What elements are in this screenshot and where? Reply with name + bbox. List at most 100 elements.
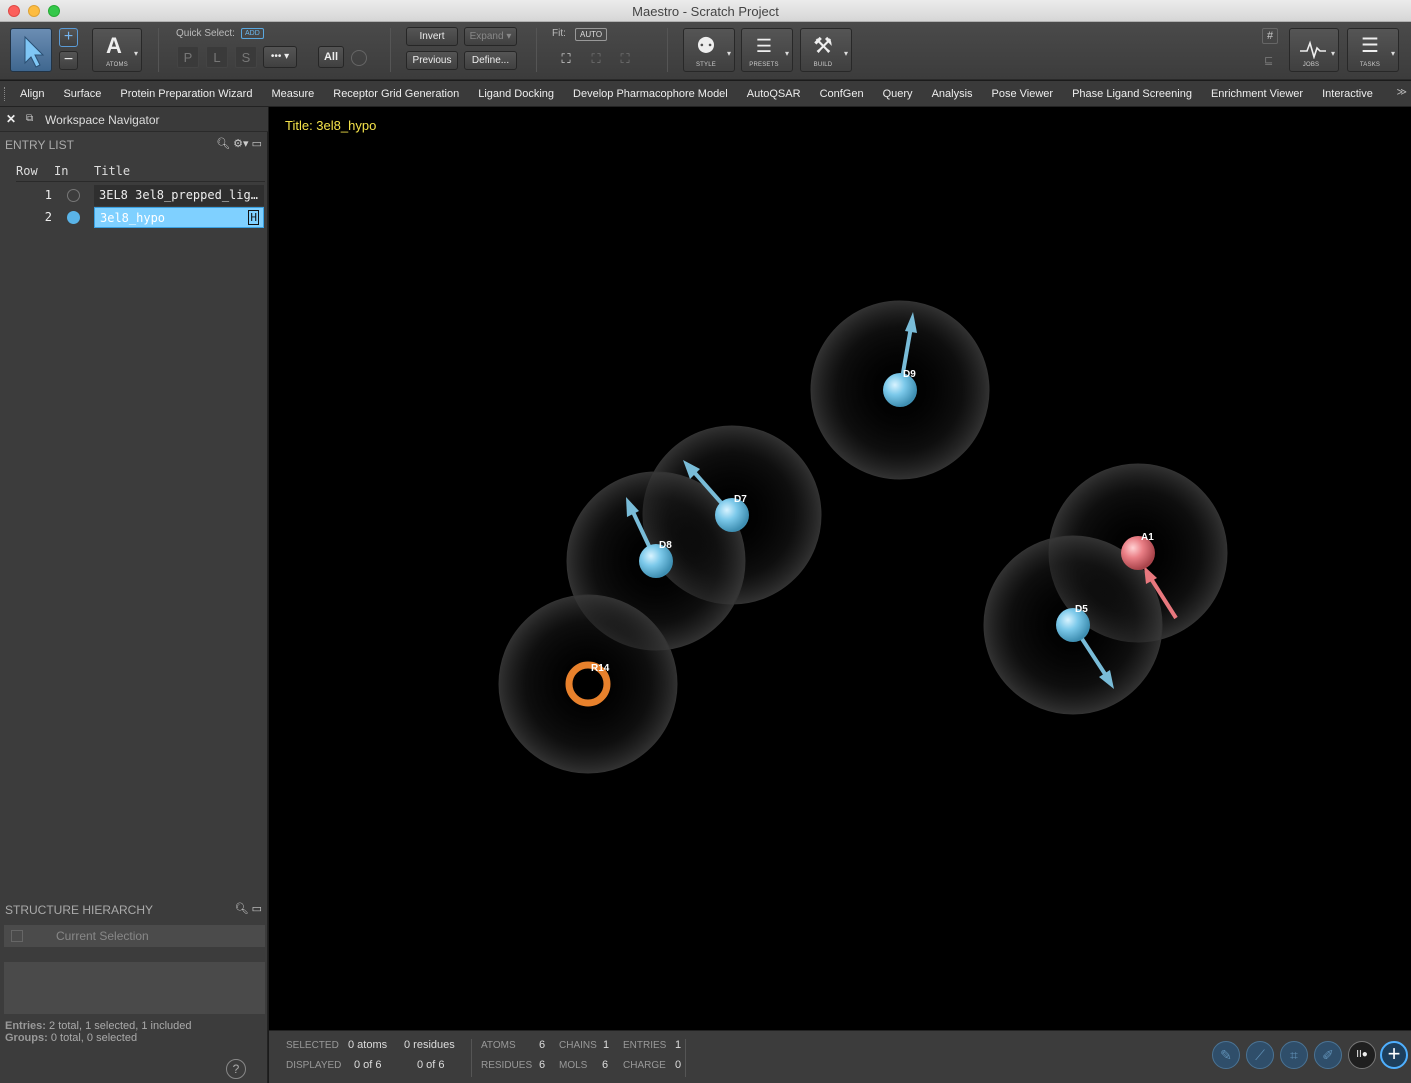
quick-select-solvent[interactable]: S: [235, 46, 257, 68]
quick-select-protein[interactable]: P: [177, 46, 199, 68]
displayed-residues: 0 of 6: [417, 1059, 445, 1071]
select-tool-button[interactable]: [10, 28, 52, 72]
chevron-down-icon: ▾: [133, 49, 138, 58]
menu-item[interactable]: Analysis: [932, 88, 973, 100]
workspace-title: Title: 3el8_hypo: [285, 118, 377, 133]
3d-workspace[interactable]: D9 D7 D8 R14 A1 D5 Title: 3el8_hypo: [269, 107, 1411, 1030]
column-row[interactable]: Row: [16, 164, 38, 178]
add-tool-icon[interactable]: +: [1380, 1041, 1408, 1069]
grid-icon[interactable]: #: [1262, 28, 1278, 44]
atoms-button[interactable]: A ▾ ATOMS: [92, 28, 142, 72]
column-in[interactable]: In: [54, 164, 68, 178]
build-button[interactable]: ⚒ ▾ BUILD: [800, 28, 852, 72]
entry-list-tools: 🔍︎ ⚙▾ ▭: [216, 137, 262, 150]
select-all-button[interactable]: All: [318, 46, 344, 68]
residues-key: RESIDUES: [481, 1060, 533, 1071]
drag-handle-icon[interactable]: [4, 87, 7, 101]
menu-item[interactable]: Protein Preparation Wizard: [120, 88, 252, 100]
style-icon: ⚉: [696, 33, 716, 58]
target-icon[interactable]: [351, 50, 367, 66]
tasks-button[interactable]: ☰ ▾ TASKS: [1347, 28, 1399, 72]
status-divider: [685, 1039, 686, 1077]
previous-button[interactable]: Previous: [406, 51, 458, 70]
structure-tree[interactable]: [4, 962, 265, 1014]
feature-label-d5: D5: [1075, 604, 1088, 615]
fit-visible-icon[interactable]: ⛶: [614, 49, 636, 69]
pharmacophore-view[interactable]: D9 D7 D8 R14 A1 D5: [269, 107, 1411, 1030]
label-tool-icon[interactable]: ✎: [1212, 1041, 1240, 1069]
quick-select-label: Quick Select:: [176, 28, 235, 39]
toggle-switch-icon[interactable]: II●: [1348, 1041, 1376, 1069]
current-selection-row[interactable]: Current Selection: [4, 925, 265, 947]
menu-item[interactable]: Enrichment Viewer: [1211, 88, 1303, 100]
pencil-tool-icon[interactable]: ✐: [1314, 1041, 1342, 1069]
expand-label: Expand: [469, 31, 504, 42]
more-dots-icon: •••: [270, 51, 282, 62]
navigator-title: Workspace Navigator: [45, 113, 160, 127]
selection-checkbox[interactable]: [11, 930, 23, 942]
style-label: STYLE: [695, 62, 716, 68]
menu-item[interactable]: Surface: [63, 88, 101, 100]
help-button[interactable]: ?: [226, 1059, 246, 1079]
charge-key: CHARGE: [623, 1060, 666, 1071]
menu-item[interactable]: Phase Ligand Screening: [1072, 88, 1192, 100]
menu-item[interactable]: Receptor Grid Generation: [333, 88, 459, 100]
invert-button[interactable]: Invert: [406, 27, 458, 46]
table-row[interactable]: 1 3EL8 3el8_prepped_lig…: [16, 185, 265, 207]
entry-title[interactable]: 3el8_hypo H: [94, 207, 264, 228]
search-icon[interactable]: 🔍︎: [235, 903, 249, 915]
list-icon: ☰: [1361, 35, 1379, 57]
tree-icon[interactable]: ⊑: [1264, 54, 1273, 67]
style-button[interactable]: ⚉ ▾ STYLE: [683, 28, 735, 72]
fit-all-icon[interactable]: ⛶: [555, 49, 577, 69]
quick-select-more-button[interactable]: ••• ▾: [263, 46, 297, 68]
search-icon[interactable]: 🔍︎: [216, 138, 230, 150]
entry-title[interactable]: 3EL8 3el8_prepped_lig…: [94, 185, 264, 206]
quick-select-ligand[interactable]: L: [206, 46, 228, 68]
menu-item[interactable]: Measure: [271, 88, 314, 100]
more-menus-icon[interactable]: ≫: [1397, 87, 1407, 98]
selected-atoms: 0 atoms: [348, 1039, 388, 1051]
fit-selection-icon[interactable]: ⛶: [585, 49, 607, 69]
jobs-button[interactable]: ▾ JOBS: [1289, 28, 1339, 72]
menu-item[interactable]: Pose Viewer: [992, 88, 1054, 100]
window-title: Maestro - Scratch Project: [632, 4, 779, 19]
expand-button[interactable]: Expand ▾: [464, 27, 517, 46]
include-toggle[interactable]: [67, 211, 80, 224]
charge-value: 0: [675, 1059, 682, 1071]
menu-item[interactable]: Align: [20, 88, 44, 100]
displayed-atoms: 0 of 6: [354, 1059, 382, 1071]
feature-label-d7: D7: [734, 494, 747, 505]
add-selection-button[interactable]: +: [59, 28, 78, 47]
gear-icon[interactable]: ⚙▾: [233, 138, 248, 150]
menu-item[interactable]: Develop Pharmacophore Model: [573, 88, 728, 100]
presets-button[interactable]: ☰ ▾ PRESETS: [741, 28, 793, 72]
ruler-tool-icon[interactable]: ⟋: [1246, 1041, 1274, 1069]
entry-table: Row In Title 1 3EL8 3el8_prepped_lig… 2 …: [16, 162, 265, 229]
jobs-label: JOBS: [1302, 62, 1320, 68]
fit-auto-toggle[interactable]: AUTO: [575, 28, 608, 41]
menu-item[interactable]: Query: [883, 88, 913, 100]
mols-count: 6: [602, 1059, 609, 1071]
task-menu-bar: Align Surface Protein Preparation Wizard Me…: [0, 81, 1411, 107]
menu-item[interactable]: AutoQSAR: [747, 88, 801, 100]
close-icon[interactable]: ✕: [6, 112, 16, 126]
tasks-label: TASKS: [1359, 62, 1381, 68]
title-bar: Maestro - Scratch Project: [0, 0, 1411, 22]
define-button[interactable]: Define...: [464, 51, 517, 70]
measure-tool-icon[interactable]: ⌗: [1280, 1041, 1308, 1069]
menu-item[interactable]: ConfGen: [820, 88, 864, 100]
float-panel-icon[interactable]: ⧉: [26, 113, 33, 124]
status-bar: SELECTED 0 atoms 0 residues DISPLAYED 0 …: [269, 1030, 1411, 1083]
table-row[interactable]: 2 3el8_hypo H: [16, 207, 265, 229]
remove-selection-button[interactable]: −: [59, 51, 78, 70]
column-title[interactable]: Title: [94, 164, 130, 178]
collapse-icon[interactable]: ▭: [252, 138, 262, 150]
include-toggle[interactable]: [67, 189, 80, 202]
menu-items: Align Surface Protein Preparation Wizard Me…: [20, 88, 1392, 100]
menu-item[interactable]: Ligand Docking: [478, 88, 554, 100]
quick-select-add-toggle[interactable]: ADD: [241, 28, 264, 39]
chevron-down-icon: ▾: [1330, 49, 1335, 58]
collapse-icon[interactable]: ▭: [252, 903, 262, 915]
menu-item[interactable]: Interactive: [1322, 88, 1373, 100]
